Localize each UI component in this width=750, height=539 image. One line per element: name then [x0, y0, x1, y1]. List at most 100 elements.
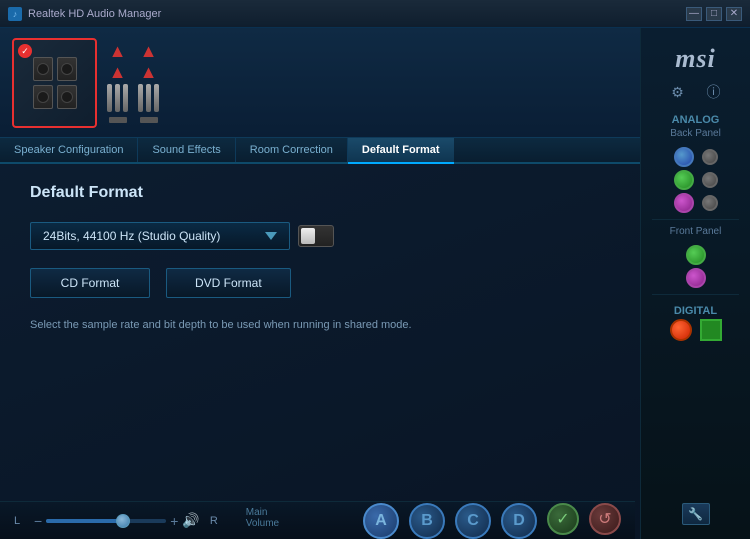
back-port-gray2[interactable] [702, 172, 718, 188]
title-bar: ♪ Realtek HD Audio Manager — □ ✕ [0, 0, 750, 28]
tab-speaker-configuration[interactable]: Speaker Configuration [0, 138, 138, 162]
volume-fill [46, 519, 118, 523]
app-icon: ♪ [8, 7, 22, 21]
settings-icon[interactable]: ⚙ [668, 82, 688, 102]
bottom-bar: L − + 🔊 R Main Volume A B C D ✓ ↺ [0, 501, 635, 539]
main-container: ▲ ▲ ▲ ▲ [0, 28, 750, 539]
pin [138, 84, 143, 112]
volume-minus-icon[interactable]: − [34, 513, 42, 529]
volume-label-l: L [14, 515, 24, 527]
header-section: ▲ ▲ ▲ ▲ [0, 28, 640, 138]
back-port-green[interactable] [674, 170, 694, 190]
format-toggle[interactable] [298, 225, 334, 247]
divider-2 [652, 294, 739, 295]
connector-arrow-2: ▲ [109, 63, 127, 81]
preset-b-button[interactable]: B [409, 503, 445, 539]
volume-slider[interactable] [46, 519, 166, 523]
pin [154, 84, 159, 112]
pin [123, 84, 128, 112]
bottom-right-buttons: A B C D ✓ ↺ [363, 503, 621, 539]
volume-speaker-icon: 🔊 [182, 512, 199, 529]
right-sidebar: msi ⚙ ⓘ ANALOG Back Panel [640, 28, 750, 539]
wrench-button[interactable]: 🔧 [682, 503, 710, 525]
tab-room-correction[interactable]: Room Correction [236, 138, 348, 162]
back-panel-row-3 [674, 193, 718, 213]
preset-a-button[interactable]: A [363, 503, 399, 539]
pin [146, 84, 151, 112]
format-buttons: CD Format DVD Format [30, 268, 610, 298]
pin-base [109, 117, 127, 123]
info-icon[interactable]: ⓘ [704, 82, 724, 102]
volume-plus-icon[interactable]: + [170, 513, 178, 529]
app-title: Realtek HD Audio Manager [28, 8, 161, 20]
volume-label-r: R [210, 515, 218, 527]
front-panel-row-1 [686, 245, 706, 265]
back-port-pink[interactable] [674, 193, 694, 213]
dropdown-arrow-icon [265, 232, 277, 240]
confirm-button[interactable]: ✓ [547, 503, 579, 535]
sidebar-top-icons: ⚙ ⓘ [668, 82, 724, 102]
dropdown-value: 24Bits, 44100 Hz (Studio Quality) [43, 229, 220, 243]
main-volume-label: Main Volume [246, 507, 279, 529]
hint-text: Select the sample rate and bit depth to … [30, 318, 450, 333]
front-port-green[interactable] [686, 245, 706, 265]
preset-d-button[interactable]: D [501, 503, 537, 539]
maximize-button[interactable]: □ [706, 7, 722, 21]
minimize-button[interactable]: — [686, 7, 702, 21]
connector-pins-2 [138, 84, 159, 112]
pin-base [140, 117, 158, 123]
back-port-blue[interactable] [674, 147, 694, 167]
left-panel: ▲ ▲ ▲ ▲ [0, 28, 640, 539]
analog-label: ANALOG [672, 114, 720, 126]
connector-arrow-3: ▲ [140, 42, 158, 60]
close-button[interactable]: ✕ [726, 7, 742, 21]
section-title: Default Format [30, 184, 610, 202]
back-panel-row-1 [674, 147, 718, 167]
volume-slider-container: − + 🔊 [34, 512, 200, 529]
back-button[interactable]: ↺ [589, 503, 621, 535]
toggle-knob [301, 228, 315, 244]
back-panel-row-2 [674, 170, 718, 190]
front-panel-row-2 [686, 268, 706, 288]
speaker-selected-box[interactable] [12, 38, 97, 128]
wrench-icon: 🔧 [688, 507, 703, 521]
speaker-icon [33, 57, 77, 109]
speaker-unit [33, 57, 53, 81]
back-port-gray[interactable] [702, 149, 718, 165]
connector-group-2: ▲ ▲ [138, 42, 159, 123]
connector-group-1: ▲ ▲ [107, 42, 128, 123]
cd-format-button[interactable]: CD Format [30, 268, 150, 298]
pin [107, 84, 112, 112]
digital-ports [670, 319, 722, 341]
connector-pins-1 [107, 84, 128, 112]
digital-green-port[interactable] [700, 319, 722, 341]
msi-brand-text: msi [675, 44, 716, 73]
tabs-bar: Speaker Configuration Sound Effects Room… [0, 138, 640, 164]
format-dropdown[interactable]: 24Bits, 44100 Hz (Studio Quality) [30, 222, 290, 250]
connector-arrow-1: ▲ [109, 42, 127, 60]
digital-label: DIGITAL [674, 305, 717, 317]
tab-default-format[interactable]: Default Format [348, 138, 454, 162]
speaker-unit [57, 57, 77, 81]
preset-c-button[interactable]: C [455, 503, 491, 539]
content-area: Default Format 24Bits, 44100 Hz (Studio … [0, 164, 640, 353]
back-panel-ports [641, 147, 750, 213]
msi-logo: msi [675, 36, 716, 78]
speaker-unit [57, 85, 77, 109]
front-panel-ports [641, 245, 750, 288]
front-port-pink[interactable] [686, 268, 706, 288]
speaker-unit [33, 85, 53, 109]
title-bar-left: ♪ Realtek HD Audio Manager [8, 7, 161, 21]
connector-arrow-4: ▲ [140, 63, 158, 81]
tab-sound-effects[interactable]: Sound Effects [138, 138, 235, 162]
dropdown-row: 24Bits, 44100 Hz (Studio Quality) [30, 222, 610, 250]
pin [115, 84, 120, 112]
digital-optical-port[interactable] [670, 319, 692, 341]
front-panel-label: Front Panel [670, 226, 722, 237]
back-port-gray3[interactable] [702, 195, 718, 211]
divider-1 [652, 219, 739, 220]
dvd-format-button[interactable]: DVD Format [166, 268, 291, 298]
window-controls: — □ ✕ [686, 7, 742, 21]
volume-thumb [116, 514, 130, 528]
back-panel-label: Back Panel [670, 128, 721, 139]
